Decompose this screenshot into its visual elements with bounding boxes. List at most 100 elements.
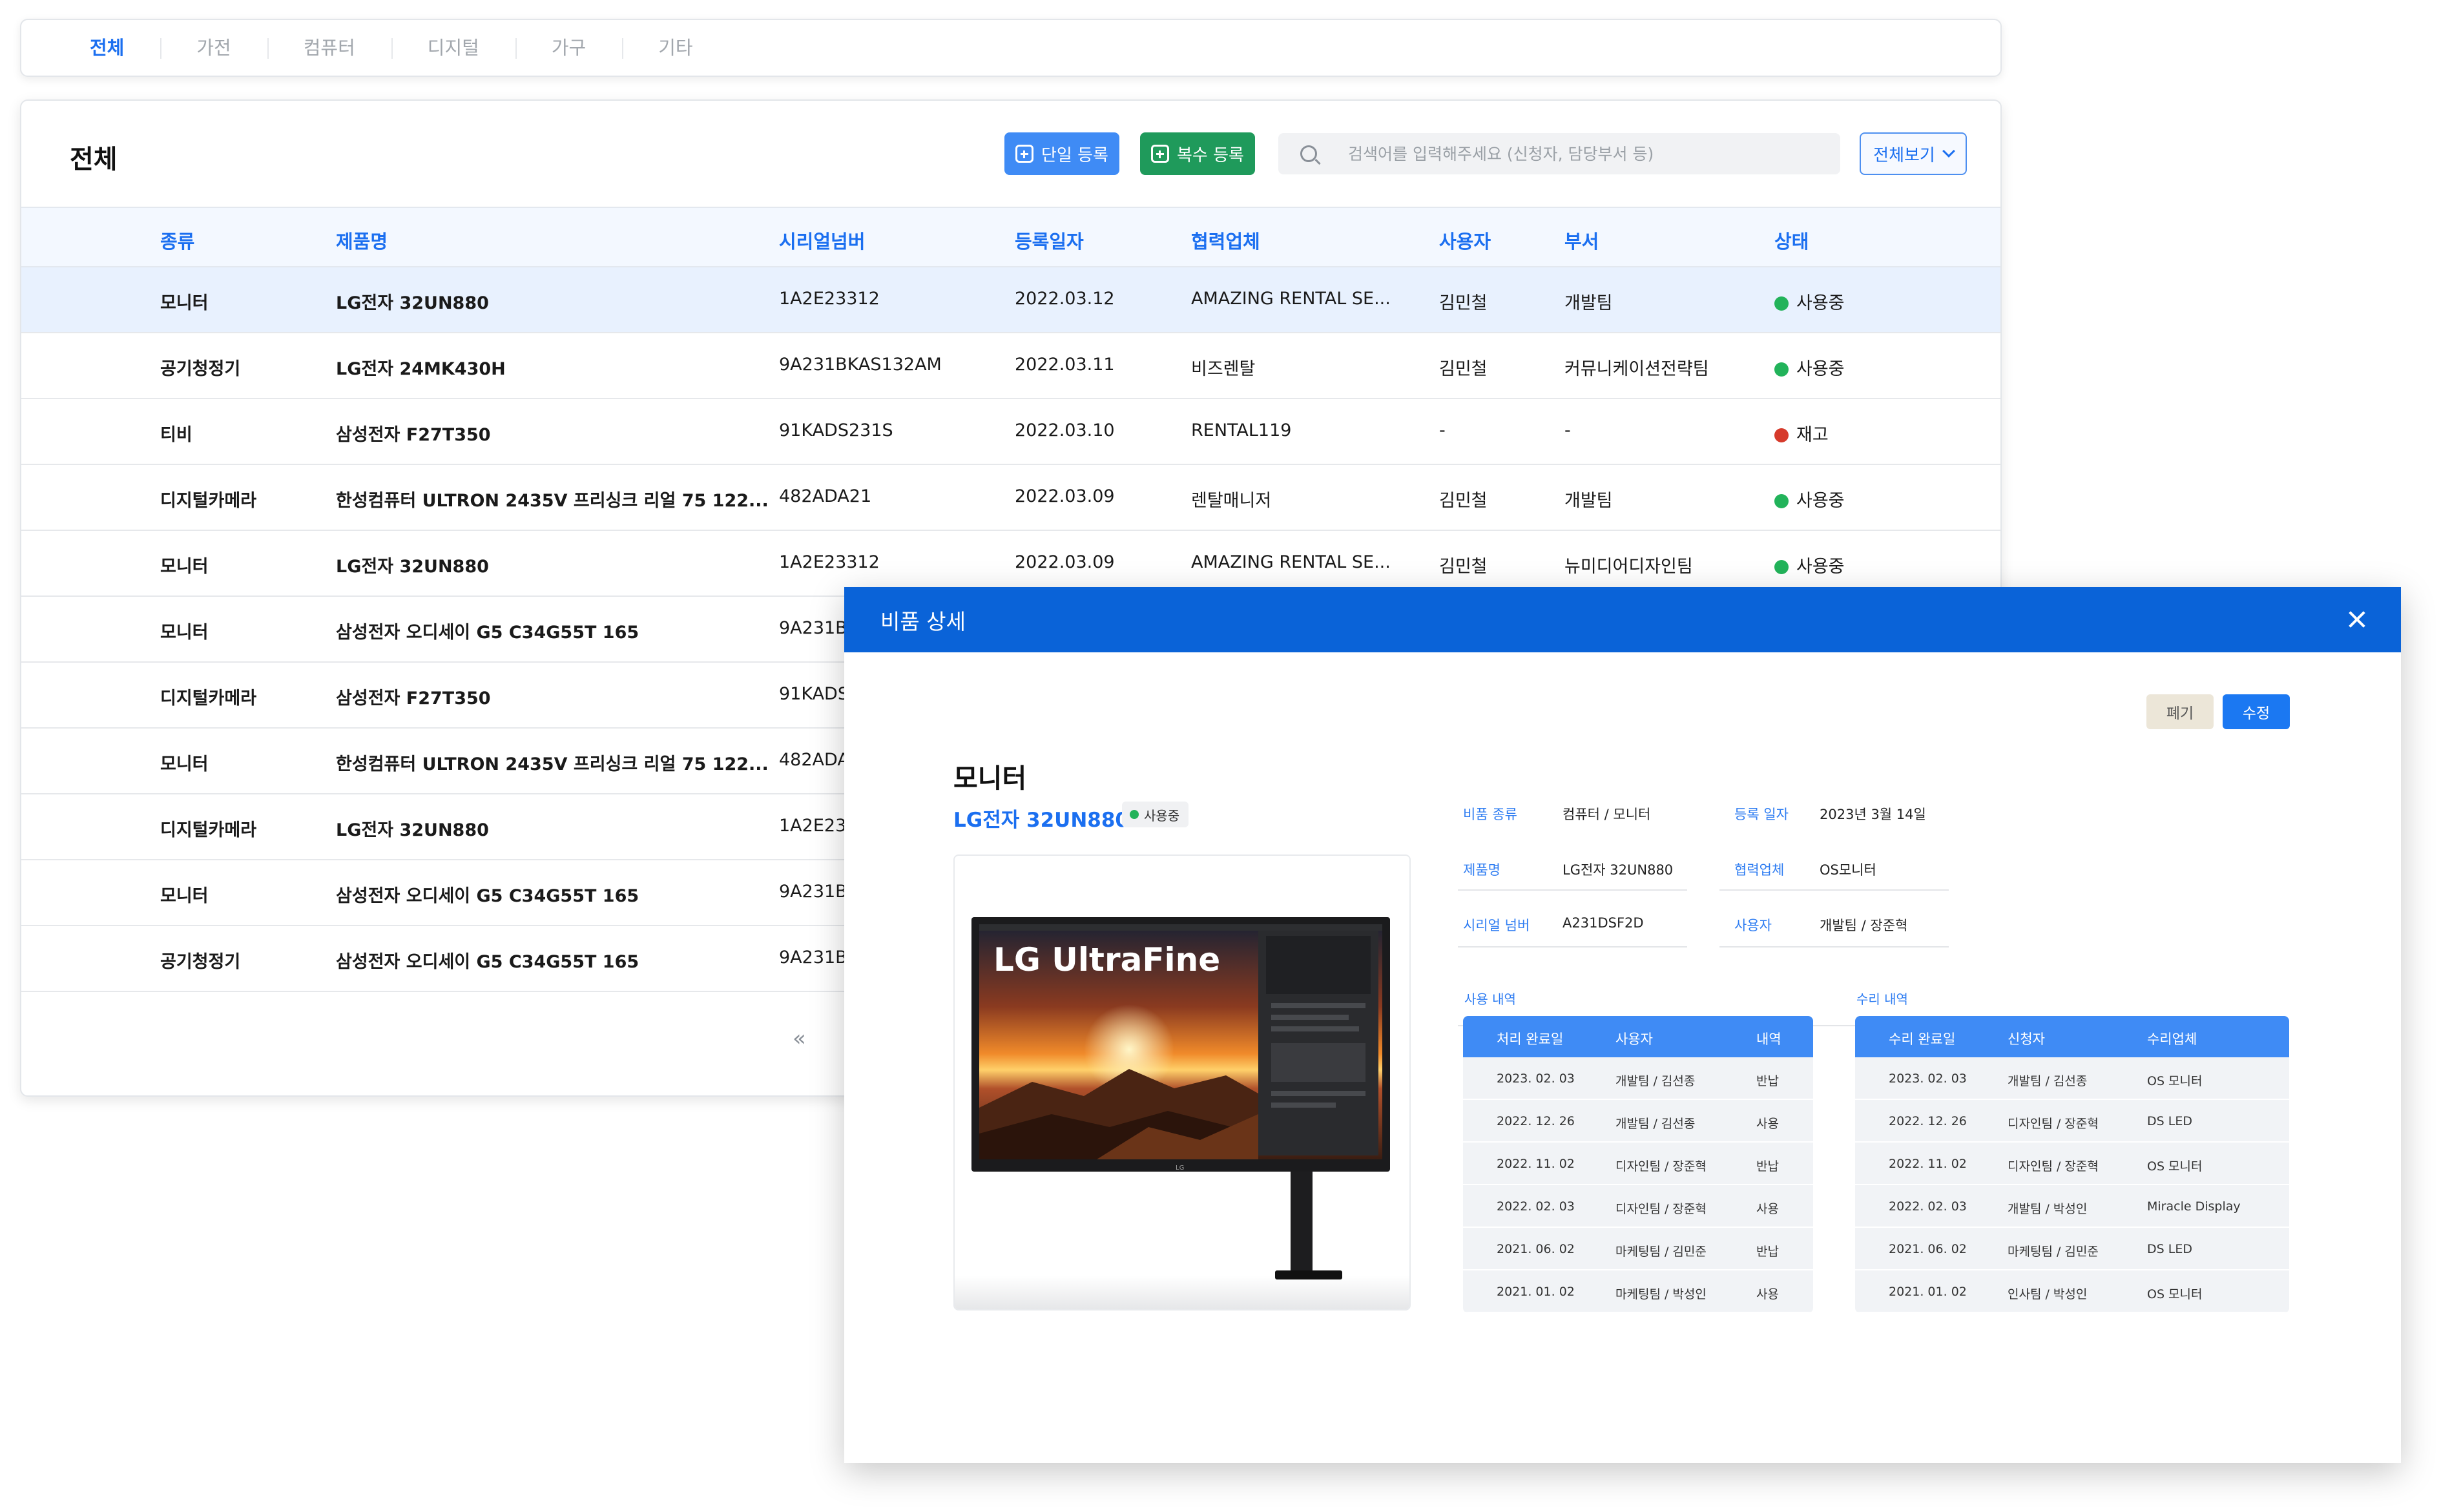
table-row[interactable]: 디지털카메라 한성컴퓨터 ULTRON 2435V 프리싱크 리얼 75 122.… xyxy=(21,465,2000,531)
discard-button[interactable]: 폐기 xyxy=(2146,694,2214,729)
history-cell: OS 모니터 xyxy=(2147,1287,2203,1301)
single-register-button[interactable]: 단일 등록 xyxy=(1004,132,1119,175)
view-all-dropdown[interactable]: 전체보기 xyxy=(1860,132,1967,175)
info-value: 컴퓨터 / 모니터 xyxy=(1562,807,1651,822)
cell-product: LG전자 32UN880 xyxy=(336,557,489,577)
history-cell: OS 모니터 xyxy=(2147,1159,2203,1174)
status-dot-icon xyxy=(1774,428,1789,442)
cell-vendor: AMAZING RENTAL SE... xyxy=(1191,552,1391,572)
cell-vendor: 비즈렌탈 xyxy=(1191,359,1256,379)
close-icon[interactable] xyxy=(2347,609,2367,630)
cell-date: 2022.03.10 xyxy=(1015,420,1115,440)
info-value: 개발팀 / 장준혁 xyxy=(1820,918,1908,933)
cell-product: LG전자 24MK430H xyxy=(336,359,506,379)
cell-type: 모니터 xyxy=(160,623,209,643)
history-cell: 반납 xyxy=(1756,1245,1779,1259)
status-dot-icon xyxy=(1774,362,1789,377)
tab-all[interactable]: 전체 xyxy=(59,33,160,63)
history-cell: 개발팀 / 박성인 xyxy=(2008,1202,2088,1216)
history-column-header: 수리 완료일 xyxy=(1889,1031,1956,1047)
cell-serial: 1A2E23312 xyxy=(779,289,880,309)
info-label: 시리얼 넘버 xyxy=(1463,918,1530,933)
table-row[interactable]: 티비 삼성전자 F27T350 91KADS231S 2022.03.10 RENTAL… xyxy=(21,399,2000,465)
info-divider xyxy=(1719,889,1949,891)
cell-product: 삼성전자 F27T350 xyxy=(336,689,491,709)
history-cell: 사용 xyxy=(1756,1287,1779,1301)
history-row: 2023. 02. 03 개발팀 / 김선종 OS 모니터 xyxy=(1855,1057,2289,1100)
table-header: 종류 제품명 시리얼넘버 등록일자 협력업체 사용자 부서 상태 xyxy=(21,207,2000,267)
repair-history-title: 수리 내역 xyxy=(1856,991,1908,1007)
pager-prev-button[interactable]: « xyxy=(793,1026,806,1051)
history-row: 2021. 01. 02 인사팀 / 박성인 OS 모니터 xyxy=(1855,1270,2289,1313)
cell-product: 한성컴퓨터 ULTRON 2435V 프리싱크 리얼 75 122... xyxy=(336,491,769,511)
modal-title: 비품 상세 xyxy=(880,608,966,634)
cell-department: 개발팀 xyxy=(1564,491,1613,511)
edit-button[interactable]: 수정 xyxy=(2223,694,2290,729)
multi-register-button[interactable]: 복수 등록 xyxy=(1140,132,1255,175)
cell-product: 한성컴퓨터 ULTRON 2435V 프리싱크 리얼 75 122... xyxy=(336,754,769,774)
history-cell: 2022. 02. 03 xyxy=(1889,1199,1967,1214)
cell-status: 사용중 xyxy=(1774,486,1845,512)
history-cell: 개발팀 / 김선종 xyxy=(1615,1117,1696,1131)
history-column-header: 신청자 xyxy=(2008,1031,2045,1047)
cell-type: 모니터 xyxy=(160,886,209,906)
history-cell: 사용 xyxy=(1756,1117,1779,1131)
product-category: 모니터 xyxy=(953,763,1027,794)
tab-etc[interactable]: 기타 xyxy=(622,33,729,63)
cell-date: 2022.03.09 xyxy=(1015,486,1115,506)
cell-date: 2022.03.11 xyxy=(1015,355,1115,375)
tab-digital[interactable]: 디지털 xyxy=(391,33,515,63)
table-row[interactable]: 모니터 LG전자 32UN880 1A2E23312 2022.03.12 AMAZIN… xyxy=(21,267,2000,333)
column-header-vendor[interactable]: 협력업체 xyxy=(1191,227,1260,254)
tab-furniture[interactable]: 가구 xyxy=(515,33,622,63)
tab-computer[interactable]: 컴퓨터 xyxy=(267,33,391,63)
history-cell: 반납 xyxy=(1756,1074,1779,1088)
history-row: 2022. 11. 02 디자인팀 / 장준혁 OS 모니터 xyxy=(1855,1143,2289,1185)
history-cell: 반납 xyxy=(1756,1159,1779,1174)
table-row[interactable]: 공기청정기 LG전자 24MK430H 9A231BKAS132AM 2022.03.… xyxy=(21,333,2000,399)
add-icon xyxy=(1151,145,1170,163)
usage-history-table: 처리 완료일 사용자 내역 2023. 02. 03 개발팀 / 김선종 반납 2022. … xyxy=(1463,1016,1813,1313)
chevron-down-icon xyxy=(1942,145,1955,158)
status-label: 사용중 xyxy=(1796,491,1845,511)
column-header-type[interactable]: 종류 xyxy=(160,227,194,254)
column-header-serial[interactable]: 시리얼넘버 xyxy=(779,227,865,254)
history-cell: DS LED xyxy=(2147,1114,2192,1128)
column-header-user[interactable]: 사용자 xyxy=(1439,227,1491,254)
history-cell: 2022. 12. 26 xyxy=(1889,1114,1967,1128)
history-cell: 2022. 11. 02 xyxy=(1497,1157,1575,1171)
info-value: OS모니터 xyxy=(1820,862,1876,878)
cell-status: 사용중 xyxy=(1774,355,1845,380)
column-header-date[interactable]: 등록일자 xyxy=(1015,227,1084,254)
cell-user: 김민철 xyxy=(1439,491,1488,511)
column-header-department[interactable]: 부서 xyxy=(1564,227,1599,254)
info-label: 사용자 xyxy=(1734,918,1772,933)
history-row: 2021. 01. 02 마케팅팀 / 박성인 사용 xyxy=(1463,1270,1813,1313)
cell-user: - xyxy=(1439,420,1446,440)
column-header-status[interactable]: 상태 xyxy=(1774,227,1809,254)
column-header-product[interactable]: 제품명 xyxy=(336,227,388,254)
info-value: A231DSF2D xyxy=(1562,915,1644,931)
history-cell: 마케팅팀 / 박성인 xyxy=(1615,1287,1707,1301)
cell-user: 김민철 xyxy=(1439,359,1488,379)
history-column-header: 수리업체 xyxy=(2147,1031,2197,1047)
tab-appliance[interactable]: 가전 xyxy=(160,33,267,63)
status-label: 재고 xyxy=(1796,425,1829,445)
history-cell: 2021. 06. 02 xyxy=(1889,1242,1967,1256)
cell-type: 디지털카메라 xyxy=(160,820,257,840)
history-column-header: 처리 완료일 xyxy=(1497,1031,1564,1047)
product-image: LG UltraFine LG xyxy=(953,854,1411,1310)
cell-serial: 1A2E23312 xyxy=(779,552,880,572)
cell-serial: 482ADA21 xyxy=(779,486,872,506)
search-input[interactable] xyxy=(1348,144,1826,163)
single-register-label: 단일 등록 xyxy=(1041,145,1108,165)
cell-serial: 9A231BKAS132AM xyxy=(779,355,942,375)
item-detail-modal: 비품 상세 폐기 수정 모니터 LG전자 32UN880 사용중 LG Ultr… xyxy=(844,587,2401,1463)
svg-text:LG: LG xyxy=(1176,1165,1184,1172)
info-label: 비품 종류 xyxy=(1463,807,1517,822)
status-dot-icon xyxy=(1130,810,1139,819)
search-box xyxy=(1278,133,1840,174)
history-cell: 마케팅팀 / 김민준 xyxy=(2008,1245,2099,1259)
history-row: 2022. 12. 26 디자인팀 / 장준혁 DS LED xyxy=(1855,1100,2289,1143)
history-cell: 개발팀 / 김선종 xyxy=(1615,1074,1696,1088)
